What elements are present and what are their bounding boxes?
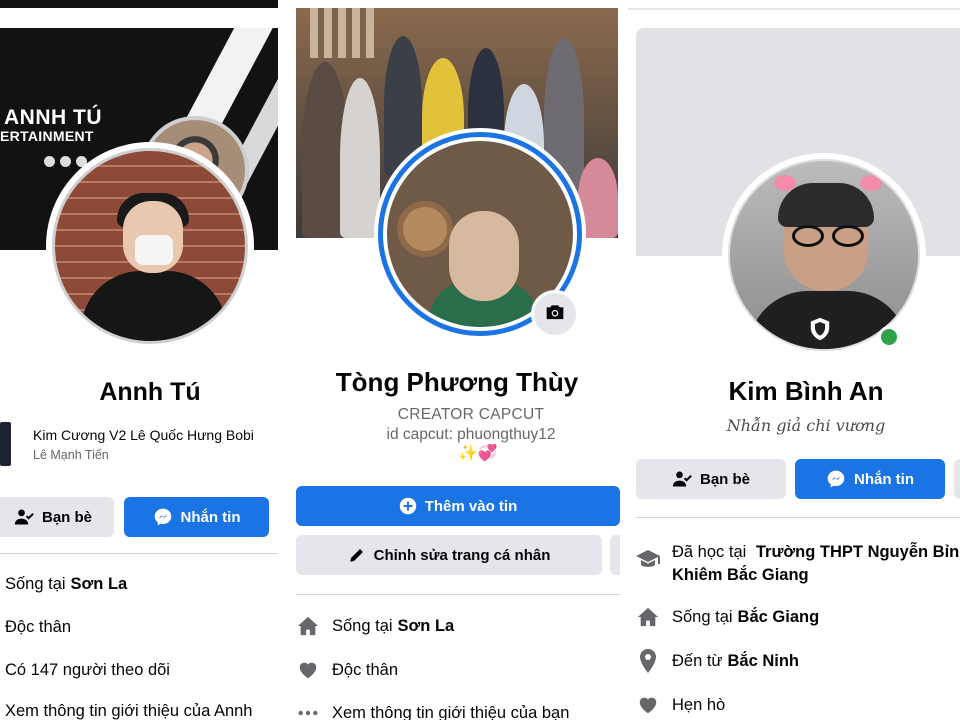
message-button-label: Nhắn tin <box>854 470 914 488</box>
avatar-hair <box>778 183 874 227</box>
intro-lives-in: Sống tại Sơn La <box>296 614 454 638</box>
intro-label: Sống tại <box>672 607 733 626</box>
music-artist: Lê Mạnh Tiến <box>33 448 109 462</box>
status-bar <box>628 8 960 10</box>
see-intro-link[interactable]: Xem thông tin giới thiệu của bạn <box>296 701 569 720</box>
edit-profile-label: Chỉnh sửa trang cá nhân <box>373 546 551 564</box>
profile-panel-tong-phuong-thuy: Tòng Phương Thùy CREATOR CAPCUT id capcu… <box>288 0 620 720</box>
change-avatar-button[interactable] <box>531 290 579 338</box>
intro-followers[interactable]: Có 147 người theo dõi <box>5 661 170 680</box>
map-pin-icon <box>636 649 660 673</box>
intro-dating: Hẹn hò <box>636 693 725 717</box>
intro-value: Bắc Giang <box>737 607 820 626</box>
graduation-cap-icon <box>636 547 660 571</box>
pencil-icon <box>348 546 366 564</box>
avatar-mask <box>135 235 173 265</box>
intro-relationship: Độc thân <box>296 658 398 682</box>
user-check-icon <box>672 469 692 489</box>
intro-label: Hẹn hò <box>672 695 726 714</box>
profile-name: Tòng Phương Thùy <box>335 367 579 397</box>
intro-label: Sống tại <box>5 575 66 593</box>
status-bar <box>0 0 278 8</box>
messenger-icon <box>826 469 846 489</box>
intro-value: Trường THPT Nguyễn Bỉnh <box>755 543 960 561</box>
cover-window <box>310 8 374 58</box>
profile-name: Kim Bình An <box>728 376 884 406</box>
intro-lives-in: Sống tại Sơn La <box>5 575 127 594</box>
panel-gap <box>620 0 628 720</box>
add-to-story-button[interactable]: Thêm vào tin <box>296 486 620 526</box>
intro-studied-at: Đã học tại Trường THPT Nguyễn Bỉnh Khiêm… <box>636 541 960 587</box>
heart-icon <box>636 693 660 717</box>
user-check-icon <box>14 507 34 527</box>
profile-name: Annh Tú <box>99 378 201 406</box>
more-options-button[interactable] <box>954 459 960 499</box>
friends-button[interactable]: Bạn bè <box>636 459 786 499</box>
friends-button[interactable]: Bạn bè <box>0 497 114 537</box>
more-options-button[interactable] <box>610 535 620 575</box>
intro-value: Sơn La <box>70 575 128 593</box>
profile-avatar[interactable] <box>46 142 254 350</box>
avatar-glasses <box>792 225 864 247</box>
add-to-story-label: Thêm vào tin <box>424 497 518 515</box>
intro-value: Sơn La <box>397 616 455 635</box>
heart-icon <box>296 658 320 682</box>
music-thumbnail <box>0 422 11 466</box>
intro-label: Đến từ <box>672 651 723 670</box>
music-song: Kim Cương V2 Lê Quốc Hưng Bobi <box>33 427 254 443</box>
avatar-bow <box>860 175 882 191</box>
ellipsis-icon <box>296 701 320 720</box>
avatar-bow <box>774 175 796 191</box>
message-button-label: Nhắn tin <box>180 508 241 526</box>
friends-button-label: Bạn bè <box>699 470 750 488</box>
plus-circle-icon <box>399 497 417 515</box>
avatar-shirt <box>81 271 227 341</box>
profile-bio-line1: CREATOR CAPCUT <box>397 406 545 423</box>
section-divider <box>296 594 620 595</box>
panel-gap <box>278 0 288 720</box>
messenger-icon <box>153 507 173 527</box>
intro-relationship: Độc thân <box>5 618 72 636</box>
see-intro-link[interactable]: Xem thông tin giới thiệu của Annh <box>5 702 252 720</box>
intro-label: Độc thân <box>332 660 399 679</box>
intro-value: Khiêm Bắc Giang <box>672 566 809 584</box>
friends-button-label: Bạn bè <box>41 508 92 526</box>
shield-icon <box>808 316 832 347</box>
avatar-face <box>449 211 519 301</box>
intro-label: Xem thông tin giới thiệu của bạn <box>332 703 570 720</box>
message-button[interactable]: Nhắn tin <box>124 497 269 537</box>
cover-social-icons <box>44 156 87 167</box>
cover-person <box>340 78 380 238</box>
message-button[interactable]: Nhắn tin <box>795 459 945 499</box>
profile-bio: Nhẫn giả chi vương <box>726 416 886 435</box>
intro-from: Đến từ Bắc Ninh <box>636 649 799 673</box>
intro-lives-in: Sống tại Bắc Giang <box>636 605 819 629</box>
edit-profile-button[interactable]: Chỉnh sửa trang cá nhân <box>296 535 602 575</box>
home-icon <box>296 614 320 638</box>
avatar-basket <box>397 201 453 257</box>
intro-label: Sống tại <box>332 616 393 635</box>
section-divider <box>0 553 278 554</box>
profile-bio-line2: id capcut: phuongthuy12 <box>386 426 556 443</box>
intro-value: Bắc Ninh <box>727 651 799 670</box>
section-divider <box>636 517 960 518</box>
profile-panel-annh-tu: ANNH TÚ ERTAINMENT Annh Tú Kim Cương V2 … <box>0 0 278 720</box>
profile-panel-kim-binh-an: Kim Bình An Nhẫn giả chi vương Bạn bè Nh… <box>628 0 960 720</box>
cover-title: ANNH TÚ <box>4 106 102 129</box>
home-icon <box>636 605 660 629</box>
profile-bio-line3: ✨💞 <box>458 445 498 462</box>
camera-icon <box>545 303 565 326</box>
online-status-dot <box>878 326 900 348</box>
intro-label: Đã học tại <box>672 543 747 561</box>
cover-subtitle: ERTAINMENT <box>0 128 94 144</box>
